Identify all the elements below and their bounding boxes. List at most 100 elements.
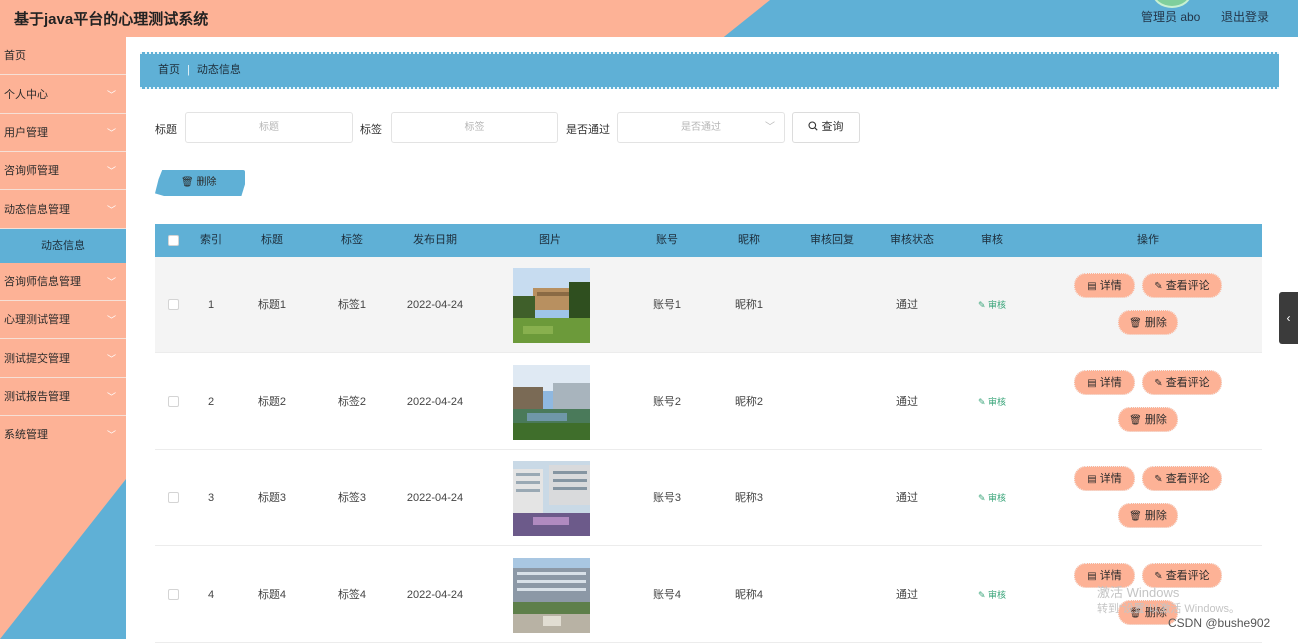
detail-button[interactable]: ▤ 详情 (1074, 466, 1135, 491)
document-icon: ▤ (1087, 474, 1097, 485)
chevron-down-icon: ﹀ (106, 128, 116, 138)
detail-label: 详情 (1099, 570, 1122, 582)
column-header: 审核回复 (810, 234, 854, 246)
row-checkbox[interactable] (168, 396, 179, 407)
sidebar-item-user-management[interactable]: 用户管理 ﹀ (0, 114, 126, 152)
cell-index: 2 (207, 396, 215, 408)
column-header: 操作 (1137, 234, 1159, 246)
chevron-down-icon: ﹀ (106, 392, 116, 402)
view-comments-button[interactable]: ✎ 查看评论 (1142, 273, 1222, 298)
sidebar-item-home[interactable]: 首页 (0, 37, 126, 75)
document-icon: ▤ (1087, 378, 1097, 389)
chevron-down-icon: ﹀ (106, 354, 116, 364)
view-comments-button[interactable]: ✎ 查看评论 (1142, 466, 1222, 491)
trash-icon: 🗑 (1129, 415, 1142, 426)
audit-link[interactable]: ✎ 审核 (978, 450, 1006, 546)
select-all-checkbox[interactable] (168, 235, 179, 246)
campus-photo (513, 365, 590, 440)
sidebar-item-label: 测试报告管理 (4, 391, 70, 403)
table-header: 索引 标题 标签 发布日期 图片 账号 昵称 审核回复 审核状态 审核 操作 (155, 224, 1262, 257)
chevron-down-icon: ﹀ (106, 90, 116, 100)
edit-icon: ✎ (1154, 281, 1163, 292)
detail-label: 详情 (1099, 280, 1122, 292)
title-filter-label: 标题 (155, 124, 177, 136)
cell-date: 2022-04-24 (406, 396, 464, 408)
trash-icon: 🗑 (1129, 318, 1142, 329)
cell-title: 标题3 (257, 492, 287, 504)
sidebar-item-personal-center[interactable]: 个人中心 ﹀ (0, 76, 126, 114)
audit-link[interactable]: ✎ 审核 (978, 257, 1006, 353)
sidebar-item-label: 用户管理 (4, 127, 48, 139)
side-panel-toggle[interactable]: ‹ (1279, 292, 1298, 344)
chevron-down-icon: ﹀ (106, 430, 116, 440)
cell-account: 账号4 (652, 589, 682, 601)
detail-label: 详情 (1099, 377, 1122, 389)
cell-reply (802, 257, 862, 353)
audit-link[interactable]: ✎ 审核 (978, 354, 1006, 450)
cell-index: 3 (207, 492, 215, 504)
delete-button[interactable]: 🗑 删除 (1118, 503, 1178, 528)
detail-button[interactable]: ▤ 详情 (1074, 273, 1135, 298)
campus-photo (513, 558, 590, 633)
logout-link[interactable]: 退出登录 (1221, 8, 1269, 25)
breadcrumb-home[interactable]: 首页 (158, 64, 180, 76)
trash-icon: 🗑 (1129, 511, 1142, 522)
sidebar-item-test-submission-management[interactable]: 测试提交管理 ﹀ (0, 340, 126, 378)
audit-label: 审核 (988, 397, 1007, 407)
sidebar-item-counselor-info-management[interactable]: 咨询师信息管理 ﹀ (0, 263, 126, 301)
sidebar-item-label: 动态信息管理 (4, 204, 70, 216)
query-button[interactable]: 查询 (792, 112, 860, 143)
cell-nickname: 昵称2 (734, 396, 764, 408)
cell-nickname: 昵称3 (734, 492, 764, 504)
row-checkbox[interactable] (168, 589, 179, 600)
table-row: 2 标题2 标签2 2022-04-24 账号2 昵称2 通过 ✎ 审核 ▤ 详情… (155, 354, 1262, 450)
cell-tag: 标签4 (337, 589, 367, 601)
cell-tag: 标签1 (337, 299, 367, 311)
chevron-down-icon: ﹀ (765, 122, 775, 133)
view-comments-label: 查看评论 (1165, 377, 1210, 389)
cell-index: 4 (207, 589, 215, 601)
cell-title: 标题1 (257, 299, 287, 311)
row-checkbox[interactable] (168, 492, 179, 503)
cell-tag: 标签3 (337, 492, 367, 504)
search-icon (808, 121, 821, 133)
tag-search-input[interactable]: 标签 (391, 112, 558, 143)
cell-nickname: 昵称4 (734, 589, 764, 601)
delete-button[interactable]: 🗑 删除 (1118, 310, 1178, 335)
activate-windows-hint: 转到“设置”以激活 Windows。 (1097, 603, 1241, 615)
view-comments-label: 查看评论 (1165, 570, 1210, 582)
csdn-credit: CSDN @bushe902 (1168, 616, 1271, 630)
sidebar-item-news-management[interactable]: 动态信息管理 ﹀ (0, 191, 126, 229)
view-comments-button[interactable]: ✎ 查看评论 (1142, 370, 1222, 395)
pass-select[interactable]: 是否通过 ﹀ (617, 112, 785, 143)
cell-account: 账号1 (652, 299, 682, 311)
edit-icon: ✎ (1154, 571, 1163, 582)
view-comments-label: 查看评论 (1165, 280, 1210, 292)
sidebar-item-label: 系统管理 (4, 429, 48, 441)
audit-link[interactable]: ✎ 审核 (978, 547, 1006, 643)
sidebar-item-label: 测试提交管理 (4, 353, 70, 365)
chevron-down-icon: ﹀ (106, 315, 116, 325)
delete-label: 删除 (1144, 317, 1167, 329)
title-search-input[interactable]: 标题 (185, 112, 353, 143)
breadcrumb-current: 动态信息 (196, 64, 241, 76)
sidebar-item-label: 咨询师管理 (4, 165, 59, 177)
batch-delete-button[interactable]: 🗑 删除 (155, 170, 245, 196)
cell-status: 通过 (896, 589, 918, 601)
sidebar-item-test-report-management[interactable]: 测试报告管理 ﹀ (0, 378, 126, 416)
breadcrumb: 首页 | 动态信息 (140, 52, 1279, 89)
campus-photo (513, 461, 590, 536)
delete-button[interactable]: 🗑 删除 (1118, 407, 1178, 432)
admin-label: 管理员 abo (1141, 10, 1201, 24)
sidebar-item-psych-test-management[interactable]: 心理测试管理 ﹀ (0, 301, 126, 339)
campus-photo (513, 268, 590, 343)
detail-button[interactable]: ▤ 详情 (1074, 370, 1135, 395)
row-checkbox[interactable] (168, 299, 179, 310)
avatar[interactable] (1152, 0, 1192, 8)
edit-icon: ✎ (978, 590, 989, 600)
sidebar-subitem-news[interactable]: 动态信息 (0, 229, 126, 263)
column-header: 标签 (341, 234, 363, 246)
sidebar-item-counselor-management[interactable]: 咨询师管理 ﹀ (0, 152, 126, 190)
sidebar-item-system-management[interactable]: 系统管理 ﹀ (0, 416, 126, 454)
audit-label: 审核 (988, 590, 1007, 600)
